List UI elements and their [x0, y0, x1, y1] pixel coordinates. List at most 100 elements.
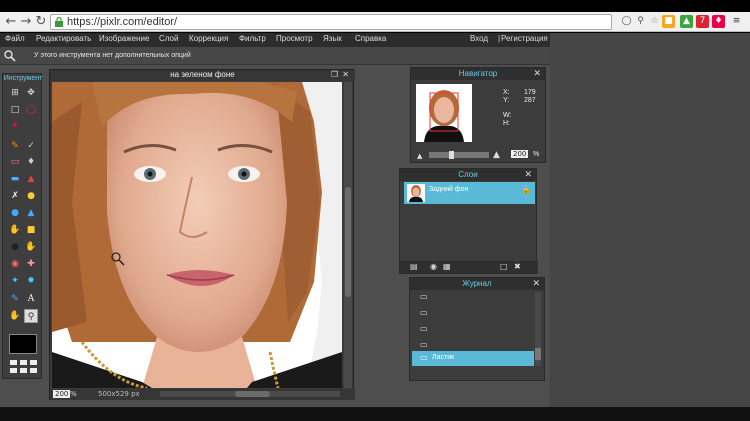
wand-tool-icon[interactable]: ✦ [8, 119, 22, 133]
menu-filter[interactable]: Фильтр [239, 34, 266, 43]
move-tool-icon[interactable]: ✥ [24, 86, 38, 100]
eraser-tool-icon[interactable]: ▭ [8, 155, 22, 169]
zoom-in-icon[interactable]: ▲ [493, 150, 500, 160]
extension-icon-3[interactable]: 7 [696, 15, 709, 28]
stamp-tool-icon[interactable]: ▲ [24, 172, 38, 186]
new-layer-icon[interactable]: □ [500, 262, 508, 271]
horizontal-scrollbar[interactable] [160, 391, 340, 397]
menu-language[interactable]: Язык [323, 34, 342, 43]
photo-canvas[interactable] [52, 82, 342, 388]
smudge-tool-icon[interactable]: ✋ [8, 223, 22, 237]
layer-mask-icon[interactable]: ◉ [430, 262, 437, 271]
vertical-scrollbar[interactable] [344, 82, 352, 388]
history-scroll-thumb[interactable] [535, 348, 541, 360]
image-status-bar: 200 % 500x529 px [50, 389, 355, 400]
close-icon[interactable]: ✕ [342, 70, 349, 79]
sharpen-tool-icon[interactable]: ▲ [24, 206, 38, 220]
bottom-bar [0, 407, 750, 421]
navigator-title: Навигатор [411, 68, 545, 80]
h-label: H: [503, 120, 510, 127]
browser-toolbar: ← → ↻ https://pixlr.com/editor/ ◯ ⚲ ☆ ■ … [0, 12, 750, 32]
image-window-title: на зеленом фоне [50, 70, 355, 81]
menu-help[interactable]: Справка [355, 34, 386, 43]
history-scrollbar[interactable] [535, 292, 541, 366]
horizontal-scroll-thumb[interactable] [235, 391, 270, 397]
color-swatch[interactable] [9, 334, 37, 354]
menu-layer[interactable]: Слой [159, 34, 178, 43]
forward-icon[interactable]: → [18, 14, 34, 30]
layer-group-icon[interactable]: ▦ [443, 262, 451, 271]
menu-icon[interactable]: ≡ [730, 15, 743, 28]
marquee-tool-icon[interactable]: □ [8, 103, 22, 117]
gradient-tool-icon[interactable]: ▬ [8, 172, 22, 186]
history-item[interactable]: ▭ [412, 290, 536, 306]
star-icon[interactable]: ☆ [648, 15, 661, 28]
dodge-tool-icon[interactable]: ● [8, 240, 22, 254]
crop-tool-icon[interactable]: ⊞ [8, 86, 22, 100]
history-close-icon[interactable]: ✕ [532, 278, 540, 290]
zoom-icon[interactable]: ⚲ [634, 15, 647, 28]
bucket-tool-icon[interactable]: ♦ [24, 155, 38, 169]
picker-tool-icon[interactable]: ✎ [8, 292, 22, 306]
grid-icon[interactable] [10, 360, 38, 374]
menu-adjustment[interactable]: Коррекция [189, 34, 228, 43]
reload-icon[interactable]: ↻ [33, 14, 49, 30]
navigator-zoom-input[interactable]: 200 [511, 150, 529, 158]
menu-file[interactable]: Файл [5, 34, 25, 43]
options-message: У этого инструмента нет дополнительных о… [34, 52, 191, 59]
spot-heal-icon[interactable]: ✚ [24, 257, 38, 271]
layers-panel: Слои ✕ Задний фон 🔒 ▤ ◉ ▦ □ ✖ [399, 168, 538, 274]
menu-edit[interactable]: Редактировать [36, 34, 91, 43]
zoom-tool-active-icon[interactable]: ⚲ [24, 309, 38, 323]
menu-image[interactable]: Изображение [99, 34, 149, 43]
history-item-selected[interactable]: ▭ Ластик [412, 351, 534, 366]
layers-footer: ▤ ◉ ▦ □ ✖ [400, 261, 538, 273]
extension-icon-1[interactable]: ■ [662, 15, 675, 28]
eraser-step-icon: ▭ [420, 308, 428, 317]
redeye-tool-icon[interactable]: ◉ [8, 257, 22, 271]
extension-icon-2[interactable]: ▲ [680, 15, 693, 28]
history-item[interactable]: ▭ [412, 322, 536, 338]
address-bar[interactable]: https://pixlr.com/editor/ [50, 14, 612, 30]
workspace-background [550, 33, 750, 407]
type-tool-icon[interactable]: A [24, 292, 38, 306]
pencil-tool-icon[interactable]: ✎ [8, 139, 22, 153]
register-link[interactable]: Регистрация [501, 34, 548, 43]
zoom-slider-handle[interactable] [449, 151, 454, 159]
y-value: 287 [524, 97, 536, 104]
brush-tool-icon[interactable]: ✓ [24, 139, 38, 153]
delete-layer-icon[interactable]: ✖ [514, 262, 521, 271]
zoom-out-icon[interactable]: ▲ [417, 152, 422, 160]
navigator-close-icon[interactable]: ✕ [533, 68, 541, 80]
navigator-thumbnail[interactable] [416, 84, 472, 142]
history-item[interactable]: ▭ [412, 306, 536, 322]
pinch-tool-icon[interactable]: ✸ [24, 274, 38, 288]
sponge-tool-icon[interactable]: ■ [24, 223, 38, 237]
blur-tool-icon[interactable]: ● [8, 206, 22, 220]
login-link[interactable]: Вход [470, 34, 488, 43]
hand-tool-icon[interactable]: ✋ [8, 309, 22, 323]
layers-close-icon[interactable]: ✕ [524, 169, 532, 181]
zoom-slider[interactable] [429, 151, 489, 159]
layer-name: Задний фон [429, 186, 469, 193]
drawing-tool-icon[interactable]: ● [24, 189, 38, 203]
vertical-scroll-thumb[interactable] [345, 187, 351, 297]
layer-row[interactable]: Задний фон 🔒 [404, 182, 535, 204]
burn-tool-icon[interactable]: ✋ [24, 240, 38, 254]
bloat-tool-icon[interactable]: ✦ [8, 274, 22, 288]
color-replace-icon[interactable]: ✗ [8, 189, 22, 203]
lock-icon [55, 17, 63, 27]
canvas-zoom-input[interactable]: 200 [53, 390, 71, 398]
lasso-tool-icon[interactable]: ◯ [24, 103, 38, 117]
maximize-icon[interactable]: ❐ [331, 70, 338, 79]
portrait-image [52, 82, 342, 388]
menu-view[interactable]: Просмотр [276, 34, 313, 43]
shield-icon[interactable]: ◯ [620, 15, 633, 28]
history-panel: Журнал ✕ ▭ ▭ ▭ ▭ ▭ Ластик [409, 277, 545, 381]
back-icon[interactable]: ← [3, 14, 19, 30]
menu-separator: | [498, 34, 501, 43]
tools-title: Инструмент [3, 75, 43, 82]
layer-styles-icon[interactable]: ▤ [410, 262, 418, 271]
extension-icon-4[interactable]: ♦ [712, 15, 725, 28]
image-size-label: 500x529 px [98, 390, 140, 398]
